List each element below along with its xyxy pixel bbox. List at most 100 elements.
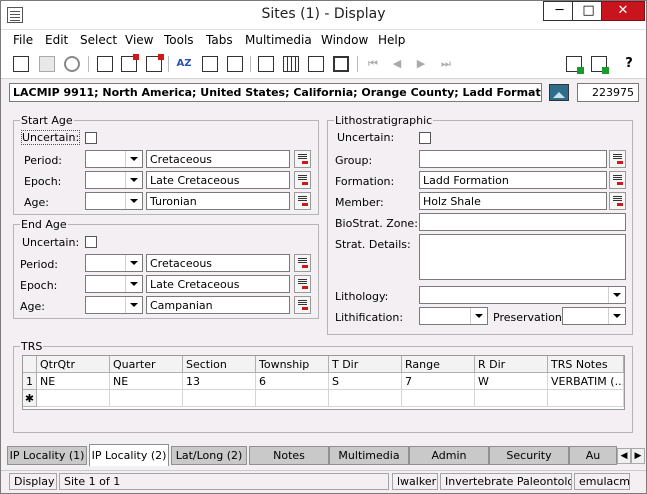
last-record-icon[interactable]: ⏭: [438, 56, 454, 72]
table-cell[interactable]: [110, 390, 183, 407]
cancel-icon[interactable]: [64, 56, 80, 72]
trs-table[interactable]: QtrQtr Quarter Section Township T Dir Ra…: [22, 355, 625, 410]
chevron-down-icon[interactable]: [125, 297, 142, 313]
column-header-t-dir[interactable]: T Dir: [329, 356, 402, 373]
litho-uncertain-checkbox[interactable]: [419, 132, 431, 144]
end-uncertain-checkbox[interactable]: [85, 236, 97, 248]
biostrat-zone-field[interactable]: [419, 213, 626, 231]
previous-record-icon[interactable]: ◀: [389, 56, 405, 72]
chevron-down-icon[interactable]: [608, 287, 625, 303]
end-period-field[interactable]: Cretaceous: [146, 254, 290, 272]
column-header-trs-notes[interactable]: TRS Notes: [548, 356, 624, 373]
context-help-icon[interactable]: ?: [621, 56, 637, 72]
tab-ip-locality-2[interactable]: IP Locality (2): [89, 444, 169, 466]
new-row-selector[interactable]: ✱: [23, 390, 37, 407]
tab-multimedia[interactable]: Multimedia: [329, 446, 409, 465]
save-icon[interactable]: [39, 56, 55, 72]
table-cell[interactable]: [548, 390, 624, 407]
start-uncertain-checkbox[interactable]: [85, 132, 97, 144]
next-record-icon[interactable]: ▶: [413, 56, 429, 72]
details-view-icon[interactable]: [258, 56, 274, 72]
attach-multimedia-icon[interactable]: [591, 56, 609, 74]
row-selector[interactable]: 1: [23, 373, 37, 390]
formation-field[interactable]: Ladd Formation: [419, 171, 607, 189]
column-header-township[interactable]: Township: [256, 356, 329, 373]
tab-scroll-right-icon[interactable]: ▶: [631, 448, 645, 464]
table-corner[interactable]: [23, 356, 37, 373]
table-cell[interactable]: [329, 390, 402, 407]
menu-tabs[interactable]: Tabs: [206, 33, 233, 47]
new-record-icon[interactable]: [13, 56, 29, 72]
end-period-lookup-icon[interactable]: [294, 254, 311, 272]
display-view-icon[interactable]: [333, 56, 349, 72]
menu-tools[interactable]: Tools: [164, 33, 194, 47]
close-button[interactable]: ✕: [601, 1, 645, 21]
first-record-icon[interactable]: ⏮: [365, 56, 381, 72]
menu-window[interactable]: Window: [321, 33, 368, 47]
end-epoch-qualifier-select[interactable]: [85, 275, 143, 293]
start-period-field[interactable]: Cretaceous: [146, 150, 290, 168]
tab-ip-locality-1[interactable]: IP Locality (1): [7, 446, 87, 465]
delete-record-icon[interactable]: [121, 54, 139, 72]
menu-edit[interactable]: Edit: [45, 33, 68, 47]
end-epoch-field[interactable]: Late Cretaceous: [146, 275, 290, 293]
table-cell[interactable]: W: [475, 373, 548, 390]
chevron-down-icon[interactable]: [470, 308, 487, 324]
page-view-icon[interactable]: [308, 56, 324, 72]
attach-icon[interactable]: [566, 56, 584, 74]
tab-admin[interactable]: Admin: [409, 446, 489, 465]
edit-note-icon[interactable]: [202, 56, 218, 72]
end-age-qualifier-select[interactable]: [85, 296, 143, 314]
menu-multimedia[interactable]: Multimedia: [245, 33, 312, 47]
column-header-range[interactable]: Range: [402, 356, 475, 373]
start-epoch-qualifier-select[interactable]: [85, 171, 143, 189]
table-cell[interactable]: 6: [256, 373, 329, 390]
chevron-down-icon[interactable]: [125, 172, 142, 188]
end-epoch-lookup-icon[interactable]: [294, 275, 311, 293]
table-cell[interactable]: [37, 390, 110, 407]
tab-notes[interactable]: Notes: [249, 446, 329, 465]
open-record-icon[interactable]: [97, 56, 113, 72]
table-cell[interactable]: NE: [37, 373, 110, 390]
group-lookup-icon[interactable]: [609, 150, 626, 168]
menu-help[interactable]: Help: [378, 33, 405, 47]
table-cell[interactable]: [402, 390, 475, 407]
table-cell[interactable]: 7: [402, 373, 475, 390]
tab-security[interactable]: Security: [489, 446, 569, 465]
spellcheck-icon[interactable]: [227, 56, 243, 72]
chevron-down-icon[interactable]: [608, 308, 625, 324]
member-lookup-icon[interactable]: [609, 192, 626, 210]
column-header-qtrqtr[interactable]: QtrQtr: [37, 356, 110, 373]
column-header-section[interactable]: Section: [183, 356, 256, 373]
chevron-down-icon[interactable]: [125, 276, 142, 292]
preservation-select[interactable]: [562, 307, 626, 325]
end-age-field[interactable]: Campanian: [146, 296, 290, 314]
table-cell[interactable]: [256, 390, 329, 407]
start-epoch-lookup-icon[interactable]: [294, 171, 311, 189]
tab-scroll-left-icon[interactable]: ◀: [617, 448, 631, 464]
sort-az-icon[interactable]: AZ: [176, 56, 192, 72]
end-age-lookup-icon[interactable]: [294, 296, 311, 314]
tab-audit[interactable]: Au: [569, 446, 617, 465]
image-thumbnail-icon[interactable]: [549, 84, 569, 101]
start-age-lookup-icon[interactable]: [294, 192, 311, 210]
column-header-quarter[interactable]: Quarter: [110, 356, 183, 373]
menu-file[interactable]: File: [13, 33, 33, 47]
start-age-qualifier-select[interactable]: [85, 192, 143, 210]
lithology-select[interactable]: [419, 286, 626, 304]
start-period-qualifier-select[interactable]: [85, 150, 143, 168]
chevron-down-icon[interactable]: [125, 255, 142, 271]
table-cell[interactable]: 13: [183, 373, 256, 390]
table-cell[interactable]: [475, 390, 548, 407]
start-epoch-field[interactable]: Late Cretaceous: [146, 171, 290, 189]
menu-view[interactable]: View: [125, 33, 153, 47]
column-header-r-dir[interactable]: R Dir: [475, 356, 548, 373]
table-cell[interactable]: [183, 390, 256, 407]
member-field[interactable]: Holz Shale: [419, 192, 607, 210]
chevron-down-icon[interactable]: [125, 193, 142, 209]
group-field[interactable]: [419, 150, 607, 168]
formation-lookup-icon[interactable]: [609, 171, 626, 189]
menu-select[interactable]: Select: [80, 33, 117, 47]
discard-record-icon[interactable]: [146, 54, 164, 72]
table-cell[interactable]: NE: [110, 373, 183, 390]
